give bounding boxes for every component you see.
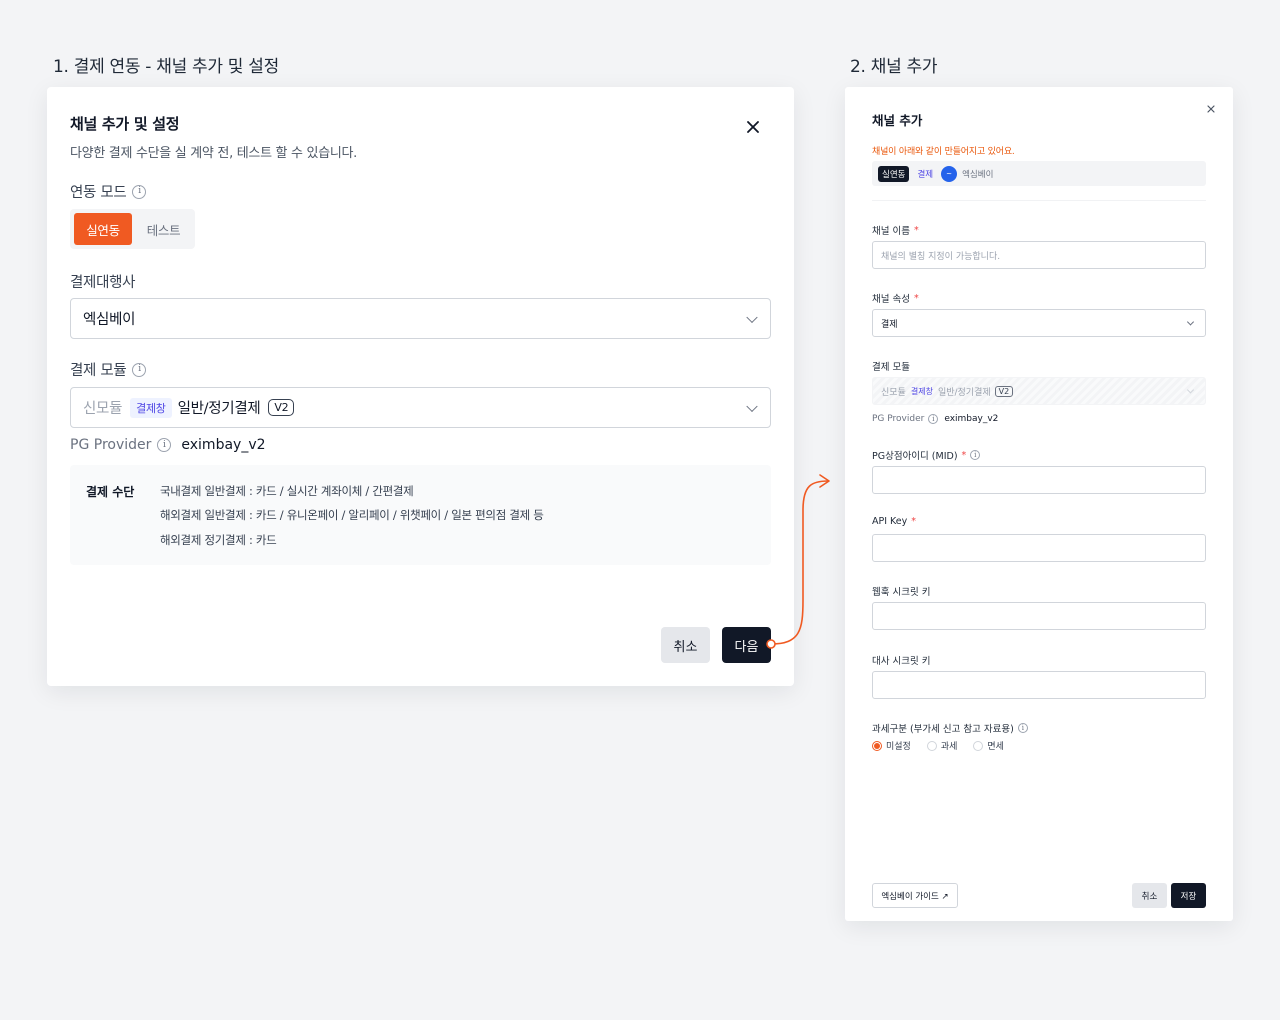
channel-attr-select[interactable]: 결제 (872, 309, 1206, 337)
api-key-input[interactable] (872, 534, 1206, 562)
guide-link-button[interactable]: 엑심베이 가이드 ↗ (872, 883, 958, 908)
method-item: 해외결제 일반결제 : 카드 / 유니온페이 / 알리페이 / 위챗페이 / 일… (160, 508, 544, 522)
modal-subtitle: 다양한 결제 수단을 실 계약 전, 테스트 할 수 있습니다. (70, 146, 358, 161)
module-prefix: 신모듈 (83, 401, 123, 417)
type-chip: 결제 (917, 169, 934, 180)
info-icon[interactable]: i (132, 362, 147, 377)
mode-toggle: 실연동 테스트 (70, 209, 195, 249)
channel-setup-modal: 채널 추가 및 설정 다양한 결제 수단을 실 계약 전, 테스트 할 수 있습… (47, 87, 794, 686)
info-icon[interactable]: i (157, 438, 172, 452)
info-icon[interactable]: i (132, 184, 147, 199)
info-icon[interactable]: i (1017, 723, 1028, 733)
mode-option-test[interactable]: 테스트 (136, 213, 191, 245)
mode-chip: 실연동 (878, 165, 910, 182)
module-label: 결제 모듈 (872, 362, 910, 373)
required-mark: * (913, 292, 919, 304)
modal-title: 채널 추가 및 설정 (70, 115, 180, 133)
divider (872, 200, 1206, 201)
api-key-label: API Key * (872, 516, 917, 527)
channel-notice: 채널이 아래와 같이 만들어지고 있어요. (872, 147, 1015, 157)
mid-input[interactable] (872, 466, 1206, 494)
mid-label: PG상점아이디 (MID) * i (872, 448, 981, 462)
tax-option-unset[interactable]: 미설정 (872, 739, 911, 752)
version-badge: V2 (268, 399, 295, 416)
mode-label: 연동 모드 i (70, 181, 147, 202)
required-mark: * (913, 224, 919, 236)
channel-attr-label: 채널 속성 * (872, 292, 919, 306)
close-icon[interactable] (1205, 103, 1217, 115)
module-badge: 결제창 (910, 386, 933, 396)
step-1-title: 1. 결제 연동 - 채널 추가 및 설정 (53, 57, 279, 77)
tax-option-exempt[interactable]: 면세 (973, 739, 1004, 752)
close-icon[interactable] (744, 118, 762, 136)
tax-radio-group: 미설정 과세 면세 (872, 739, 1004, 752)
step-2-title: 2. 채널 추가 (850, 57, 938, 77)
webhook-secret-input[interactable] (872, 602, 1206, 630)
pg-provider-row: PG Provider i eximbay_v2 (70, 437, 266, 453)
radio-icon (973, 740, 984, 751)
tax-option-taxable[interactable]: 과세 (926, 739, 957, 752)
chevron-down-icon (746, 311, 758, 323)
save-button[interactable]: 저장 (1171, 883, 1206, 908)
method-item: 국내결제 일반결제 : 카드 / 실시간 계좌이체 / 간편결제 (160, 484, 414, 498)
module-select[interactable]: 신모듈 결제창 일반/정기결제 V2 (70, 387, 771, 428)
pg-select[interactable]: 엑심베이 (70, 298, 771, 339)
pg-logo-icon: ~ (941, 165, 958, 182)
next-button[interactable]: 다음 (722, 627, 771, 663)
required-mark: * (911, 516, 917, 527)
modal-title: 채널 추가 (872, 113, 923, 128)
channel-name-label: 채널 이름 * (872, 224, 919, 238)
add-channel-modal: 채널 추가 채널이 아래와 같이 만들어지고 있어요. 실연동 결제 ~ 엑심베… (845, 87, 1233, 921)
pg-name: 엑심베이 (962, 169, 994, 180)
version-badge: V2 (994, 385, 1014, 397)
payment-methods-box: 결제 수단 국내결제 일반결제 : 카드 / 실시간 계좌이체 / 간편결제 해… (70, 465, 771, 565)
pg-provider-row: PG Provider i eximbay_v2 (872, 414, 999, 424)
chevron-down-icon (1186, 318, 1195, 326)
channel-summary: 실연동 결제 ~ 엑심베이 (872, 161, 1206, 186)
chevron-down-icon (746, 400, 758, 412)
module-badge: 결제창 (130, 397, 172, 418)
cancel-button[interactable]: 취소 (1132, 883, 1167, 908)
settlement-secret-input[interactable] (872, 671, 1206, 699)
pg-label: 결제대행사 (70, 275, 136, 291)
mode-option-live[interactable]: 실연동 (74, 213, 132, 245)
tax-label: 과세구분 (부가세 신고 참고 자료용) i (872, 721, 1028, 735)
radio-selected-icon (872, 740, 882, 751)
method-item: 해외결제 정기결제 : 카드 (160, 533, 277, 547)
pg-provider-value: eximbay_v2 (181, 437, 266, 453)
info-icon[interactable]: i (970, 450, 981, 460)
webhook-secret-label: 웹훅 시크릿 키 (872, 587, 931, 598)
cancel-button[interactable]: 취소 (661, 627, 710, 663)
settlement-secret-label: 대사 시크릿 키 (872, 656, 931, 667)
module-select-disabled: 신모듈 결제창 일반/정기결제 V2 (872, 377, 1206, 405)
pg-select-value: 엑심베이 (83, 312, 136, 328)
module-text: 일반/정기결제 (177, 401, 261, 417)
channel-name-input[interactable]: 채널의 별칭 지정이 가능합니다. (872, 241, 1206, 269)
methods-label: 결제 수단 (86, 485, 135, 499)
info-icon[interactable]: i (928, 414, 939, 424)
required-mark: * (961, 449, 967, 461)
chevron-down-icon (1186, 386, 1195, 394)
module-label: 결제 모듈 i (70, 359, 147, 380)
pg-provider-label: PG Provider (70, 437, 152, 453)
radio-icon (926, 740, 937, 751)
